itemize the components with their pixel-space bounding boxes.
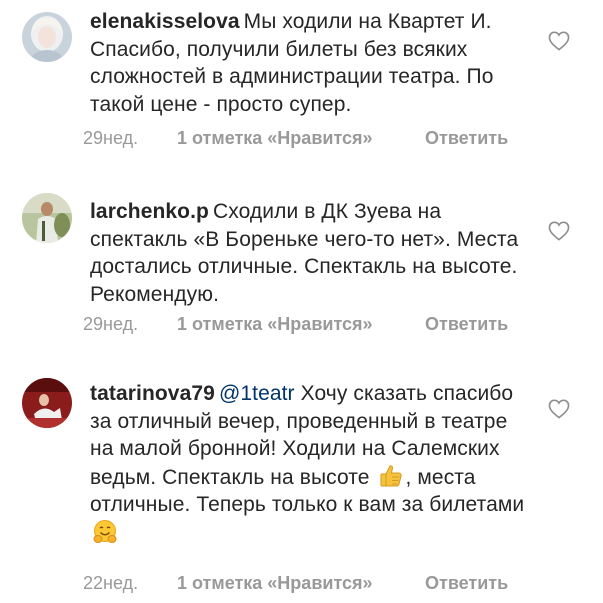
comment-time: 29нед. (83, 128, 139, 148)
heart-outline-icon[interactable] (548, 31, 570, 51)
comment-username[interactable]: elenakisselova (90, 10, 240, 33)
mention-link[interactable]: @1teatr (219, 382, 295, 405)
comment-item: tatarinova79 @1teatr Хочу сказать спасибо… (0, 360, 603, 603)
user-avatar-blonde-icon (22, 12, 72, 62)
reply-button[interactable]: Ответить (425, 314, 508, 335)
comment-username[interactable]: larchenko.p (90, 200, 209, 223)
comment-username[interactable]: tatarinova79 (90, 382, 215, 405)
comment-time: 29нед. (83, 314, 139, 334)
reply-button[interactable]: Ответить (425, 128, 508, 149)
avatar[interactable] (22, 378, 72, 428)
reply-button[interactable]: Ответить (425, 573, 508, 594)
comment-item: larchenko.p Сходили в ДК Зуева на спектак… (0, 175, 603, 360)
user-avatar-red-theatre-icon (22, 378, 72, 428)
comment-text: elenakisselova Мы ходили на Квартет И. Сп… (90, 8, 530, 118)
thumbs-up-emoji-icon (380, 464, 402, 486)
hugging-face-emoji-icon (93, 519, 117, 543)
likes-count-button[interactable]: 1 отметка «Нравится» (177, 573, 373, 594)
comment-item: elenakisselova Мы ходили на Квартет И. Сп… (0, 0, 603, 175)
user-avatar-outdoor-icon (22, 193, 72, 243)
avatar[interactable] (22, 12, 72, 62)
likes-count-button[interactable]: 1 отметка «Нравится» (177, 314, 373, 335)
comment-time: 22нед. (83, 573, 139, 593)
heart-outline-icon[interactable] (548, 399, 570, 419)
avatar[interactable] (22, 193, 72, 243)
likes-count-button[interactable]: 1 отметка «Нравится» (177, 128, 373, 149)
comment-text: larchenko.p Сходили в ДК Зуева на спектак… (90, 198, 530, 308)
heart-outline-icon[interactable] (548, 221, 570, 241)
comment-text: tatarinova79 @1teatr Хочу сказать спасибо… (90, 380, 530, 547)
